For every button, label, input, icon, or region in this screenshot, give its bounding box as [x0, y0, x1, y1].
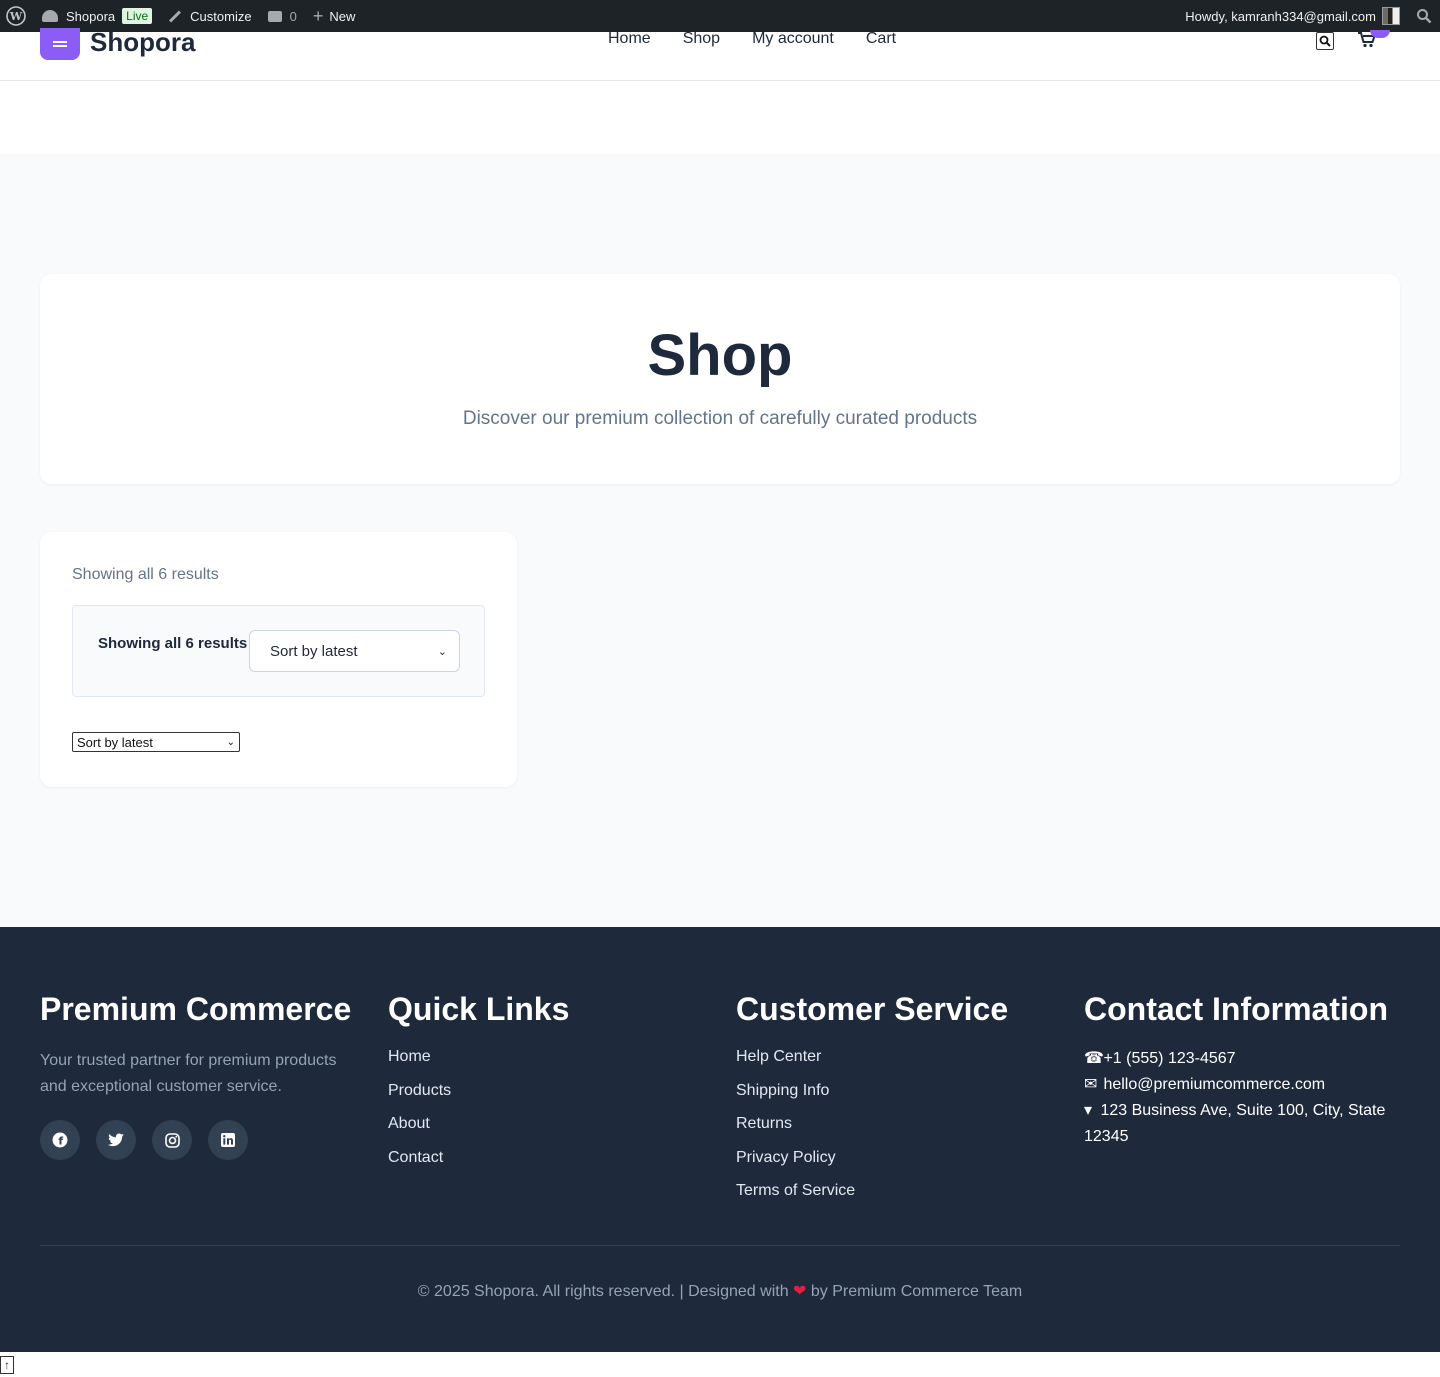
live-badge: Live: [122, 8, 153, 24]
facebook-icon[interactable]: f: [40, 1120, 80, 1160]
chevron-down-icon: ⌄: [437, 645, 447, 658]
footer-link-privacy-policy[interactable]: Privacy Policy: [736, 1149, 1008, 1183]
footer-brand-column: Premium Commerce Your trusted partner fo…: [40, 991, 360, 1160]
comments-count: 0: [289, 8, 297, 24]
footer-link-products[interactable]: Products: [388, 1082, 569, 1116]
contact-email[interactable]: ✉ hello@premiumcommerce.com: [1084, 1072, 1400, 1098]
chevron-down-icon: ⌄: [226, 736, 235, 748]
shop-toolbar-card: Showing all 6 results Showing all 6 resu…: [40, 532, 517, 787]
footer-link-contact[interactable]: Contact: [388, 1149, 569, 1183]
dashboard-icon: [42, 10, 58, 22]
admin-bar: W Shopora Live Customize 0 + New Howdy, …: [0, 0, 1440, 32]
customize-label: Customize: [190, 8, 252, 24]
instagram-icon[interactable]: [152, 1120, 192, 1160]
footer-link-terms-of-service[interactable]: Terms of Service: [736, 1182, 1008, 1216]
shop-main: Shop Discover our premium collection of …: [0, 154, 1440, 927]
howdy-label: Howdy, kamranh334@gmail.com: [1185, 8, 1376, 24]
cart-count-badge: [1370, 30, 1390, 38]
arrow-up-icon: ↑: [4, 1358, 10, 1372]
nav-my-account[interactable]: My account: [752, 30, 834, 48]
plain-sort-select-value: Sort by latest: [77, 734, 153, 750]
contact-phone-text: +1 (555) 123-4567: [1103, 1050, 1236, 1067]
quick-links-list: Home Products About Contact: [388, 1048, 569, 1182]
nav-cart[interactable]: Cart: [866, 30, 896, 48]
menu-toggle-button[interactable]: [40, 28, 80, 60]
footer-link-home[interactable]: Home: [388, 1048, 569, 1082]
back-to-top-button[interactable]: ↑: [0, 1356, 14, 1374]
site-header: Shopora Home Shop My account Cart: [0, 27, 1440, 81]
copyright: © 2025 Shopora. All rights reserved. | D…: [0, 1281, 1440, 1301]
quick-links-title: Quick Links: [388, 991, 570, 1027]
plus-icon: +: [312, 6, 324, 26]
nav-home[interactable]: Home: [608, 30, 651, 48]
site-footer: Premium Commerce Your trusted partner fo…: [0, 927, 1440, 1352]
contact-address-text: 123 Business Ave, Suite 100, City, State…: [1084, 1102, 1386, 1145]
phone-icon: ☎: [1084, 1050, 1104, 1067]
brush-icon: [169, 9, 182, 23]
contact-address: ▾ 123 Business Ave, Suite 100, City, Sta…: [1084, 1098, 1400, 1150]
my-account-menu[interactable]: Howdy, kamranh334@gmail.com: [1177, 0, 1404, 32]
site-logo[interactable]: Shopora: [90, 27, 195, 58]
page-hero: Shop Discover our premium collection of …: [40, 274, 1400, 484]
customer-service-title: Customer Service: [736, 991, 1009, 1027]
copyright-suffix: by Premium Commerce Team: [810, 1283, 1023, 1300]
site-name-label: Shopora: [66, 8, 116, 24]
copyright-prefix: © 2025 Shopora. All rights reserved. | D…: [417, 1283, 789, 1300]
page-title: Shop: [647, 323, 793, 388]
sort-select-unstyled[interactable]: Sort by latest ⌄: [72, 732, 240, 752]
svg-text:W: W: [9, 10, 23, 23]
footer-divider: [40, 1245, 1400, 1246]
linkedin-icon[interactable]: [208, 1120, 248, 1160]
heart-icon: ❤: [793, 1283, 807, 1300]
twitter-icon[interactable]: [96, 1120, 136, 1160]
primary-nav: Home Shop My account Cart: [608, 30, 928, 48]
contact-phone[interactable]: ☎ +1 (555) 123-4567: [1084, 1046, 1400, 1072]
comments-link[interactable]: 0: [260, 0, 305, 32]
footer-quick-links-column: Quick Links Home Products About Contact: [388, 991, 569, 1182]
envelope-icon: ✉: [1084, 1076, 1098, 1093]
footer-link-shipping-info[interactable]: Shipping Info: [736, 1082, 1008, 1116]
search-icon[interactable]: [1316, 32, 1334, 50]
new-content-menu[interactable]: + New: [305, 0, 364, 32]
customer-service-list: Help Center Shipping Info Returns Privac…: [736, 1048, 1008, 1216]
contact-email-text: hello@premiumcommerce.com: [1103, 1076, 1326, 1093]
contact-title: Contact Information: [1084, 991, 1388, 1027]
footer-customer-service-column: Customer Service Help Center Shipping In…: [736, 991, 1008, 1216]
avatar: [1382, 7, 1400, 25]
map-pin-icon: ▾: [1084, 1102, 1093, 1119]
admin-search-icon[interactable]: [1404, 0, 1440, 32]
social-links: f: [40, 1120, 360, 1160]
inner-result-count: Showing all 6 results: [98, 635, 248, 652]
footer-contact-column: Contact Information ☎ +1 (555) 123-4567 …: [1084, 991, 1400, 1150]
footer-link-help-center[interactable]: Help Center: [736, 1048, 1008, 1082]
nav-shop[interactable]: Shop: [683, 30, 720, 48]
result-count: Showing all 6 results: [72, 566, 219, 583]
footer-brand-title: Premium Commerce: [40, 991, 352, 1027]
svg-text:f: f: [58, 1135, 63, 1148]
footer-link-returns[interactable]: Returns: [736, 1115, 1008, 1149]
wordpress-logo-icon[interactable]: W: [0, 0, 34, 32]
sort-select[interactable]: Sort by latest ⌄: [249, 630, 460, 672]
page-subtitle: Discover our premium collection of caref…: [462, 408, 978, 429]
footer-brand-description: Your trusted partner for premium product…: [40, 1052, 337, 1095]
new-label: New: [329, 8, 356, 24]
comment-icon: [267, 10, 282, 22]
ordering-box: Showing all 6 results Sort by latest ⌄: [72, 605, 485, 697]
sort-select-value: Sort by latest: [270, 642, 358, 660]
footer-link-about[interactable]: About: [388, 1115, 569, 1149]
